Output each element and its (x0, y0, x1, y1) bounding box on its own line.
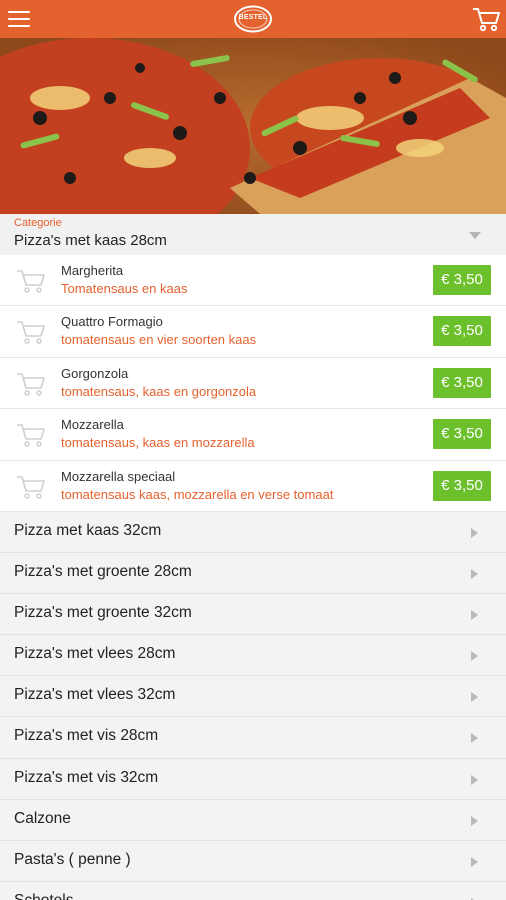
price-button[interactable]: € 3,50 (433, 265, 491, 295)
product-row: Margherita Tomatensaus en kaas € 3,50 (0, 255, 506, 307)
category-label: Pizza's met vlees 28cm (14, 645, 176, 663)
chevron-right-icon (471, 651, 478, 662)
category-item[interactable]: Calzone (0, 799, 506, 841)
category-item[interactable]: Pizza's met vis 28cm (0, 717, 506, 759)
category-item[interactable]: Schotels (0, 881, 506, 900)
price-button[interactable]: € 3,50 (433, 470, 491, 501)
chevron-right-icon (471, 774, 478, 785)
price-button[interactable]: € 3,50 (433, 367, 491, 398)
product-description: tomatensaus, kaas en gorgonzola (61, 383, 257, 399)
chevron-right-icon (471, 856, 478, 867)
category-caption: Categorie (14, 217, 62, 229)
price-button[interactable]: € 3,50 (433, 419, 491, 450)
product-row: Quattro Formagio tomatensaus en vier soo… (0, 306, 506, 358)
pizza-hero-image (0, 38, 506, 214)
product-name: Gorgonzola (61, 365, 129, 381)
shopping-cart-icon[interactable] (472, 6, 500, 32)
category-item[interactable]: Pizza's met groente 32cm (0, 594, 506, 636)
category-label: Pizza's met groente 32cm (14, 604, 192, 622)
logo-text: BESTEL (238, 14, 268, 21)
category-item[interactable]: Pizza's met groente 28cm (0, 553, 506, 595)
category-label: Pizza met kaas 32cm (14, 522, 162, 539)
add-to-cart-icon[interactable] (16, 268, 46, 294)
product-name: Margherita (61, 263, 124, 278)
app-toolbar: BESTEL (0, 0, 506, 38)
product-row: Mozzarella tomatensaus, kaas en mozzarel… (0, 409, 506, 461)
add-to-cart-icon[interactable] (16, 319, 46, 345)
chevron-right-icon (471, 733, 478, 744)
product-description: tomatensaus, kaas en mozzarella (61, 435, 255, 451)
chevron-right-icon (471, 528, 478, 538)
category-label: Pizza's met groente 28cm (14, 563, 192, 581)
category-label: Pizza's met vlees 32cm (14, 686, 176, 704)
category-item[interactable]: Pizza's met vis 32cm (0, 758, 506, 800)
product-row: Mozzarella speciaal tomatensaus kaas, mo… (0, 460, 506, 512)
category-label: Pizza's met vis 32cm (14, 768, 159, 786)
chevron-down-icon (469, 232, 481, 239)
category-item[interactable]: Pizza met kaas 32cm (0, 512, 506, 554)
hamburger-menu-icon[interactable] (8, 9, 30, 29)
category-label: Pasta's ( penne ) (14, 850, 131, 868)
chevron-right-icon (471, 569, 478, 580)
chevron-right-icon (471, 692, 478, 703)
product-name: Mozzarella (61, 417, 124, 433)
category-label: Pizza's met vis 28cm (14, 727, 159, 745)
category-list: Pizza met kaas 32cm Pizza's met groente … (0, 512, 506, 900)
product-name: Mozzarella speciaal (61, 468, 176, 484)
product-name: Quattro Formagio (61, 314, 163, 330)
app-logo: BESTEL (233, 5, 273, 33)
product-description: tomatensaus kaas, mozzarella en verse to… (61, 486, 334, 502)
category-item[interactable]: Pizza's met vlees 28cm (0, 635, 506, 677)
add-to-cart-icon[interactable] (16, 422, 46, 448)
product-description: Tomatensaus en kaas (61, 281, 188, 296)
category-item[interactable]: Pasta's ( penne ) (0, 840, 506, 882)
product-row: Gorgonzola tomatensaus, kaas en gorgonzo… (0, 357, 506, 410)
price-button[interactable]: € 3,50 (433, 316, 491, 347)
product-list: Margherita Tomatensaus en kaas € 3,50 Qu… (0, 255, 506, 512)
selected-category-header[interactable]: Categorie Pizza's met kaas 28cm (0, 214, 506, 255)
add-to-cart-icon[interactable] (16, 474, 46, 500)
category-label: Calzone (14, 809, 71, 827)
category-item[interactable]: Pizza's met vlees 32cm (0, 676, 506, 718)
chevron-right-icon (471, 815, 478, 826)
category-label: Schotels (14, 892, 73, 900)
add-to-cart-icon[interactable] (16, 371, 46, 397)
chevron-right-icon (471, 610, 478, 621)
product-description: tomatensaus en vier soorten kaas (61, 332, 257, 348)
category-title: Pizza's met kaas 28cm (14, 232, 167, 249)
